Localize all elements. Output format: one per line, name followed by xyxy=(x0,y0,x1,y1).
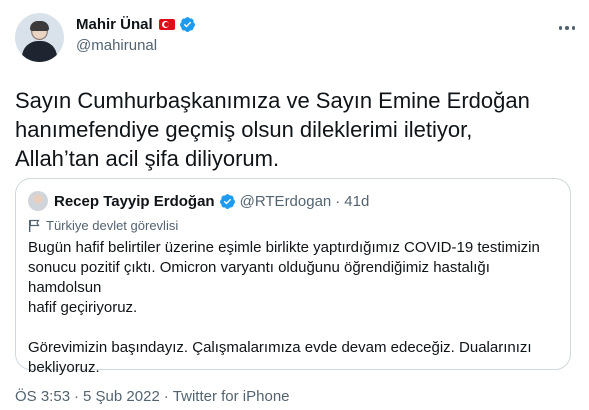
quoted-handle: @RTErdogan xyxy=(239,192,332,210)
quoted-display-name: Recep Tayyip Erdoğan xyxy=(54,192,215,210)
footer-separator: · xyxy=(163,388,169,405)
tweet-time[interactable]: ÖS 3:53 xyxy=(15,388,70,405)
more-options-icon[interactable] xyxy=(555,21,579,35)
government-label-text: Türkiye devlet görevlisi xyxy=(46,218,179,233)
more-dot xyxy=(571,26,576,30)
verified-badge-icon xyxy=(179,16,195,32)
verified-badge-icon xyxy=(219,193,235,209)
quoted-time: 41d xyxy=(344,192,370,210)
government-label: Türkiye devlet görevlisi xyxy=(28,218,178,233)
footer-separator: · xyxy=(74,388,80,405)
tweet-footer: ÖS 3:53 · 5 Şub 2022 · Twitter for iPhon… xyxy=(15,388,290,405)
tweet-source[interactable]: Twitter for iPhone xyxy=(173,388,290,405)
more-dot xyxy=(558,26,563,30)
author-display-name[interactable]: Mahir Ünal xyxy=(76,16,153,33)
turkish-flag-icon xyxy=(158,18,175,30)
government-flag-icon xyxy=(29,219,40,232)
quoted-separator: · xyxy=(335,192,341,210)
avatar-suit xyxy=(22,41,57,62)
more-dot xyxy=(565,26,569,30)
tweet-text: Sayın Cumhurbaşkanımıza ve Sayın Emine E… xyxy=(15,88,530,171)
quoted-tweet[interactable]: Recep Tayyip Erdoğan @RTErdogan · 41d Tü… xyxy=(15,178,571,376)
avatar-hair xyxy=(30,21,49,31)
author-avatar[interactable] xyxy=(15,13,64,62)
tweet-card: Mahir Ünal @mahirunal Sayın Cumhurbaşkan… xyxy=(0,0,589,410)
quoted-author-avatar[interactable] xyxy=(28,191,48,211)
quoted-text: Bugün hafif belirtiler üzerine eşimle bi… xyxy=(28,239,540,376)
quoted-header: Recep Tayyip Erdoğan @RTErdogan · 41d xyxy=(54,191,369,211)
author-name-row: Mahir Ünal xyxy=(76,14,196,34)
tweet-date[interactable]: 5 Şub 2022 xyxy=(83,388,160,405)
author-handle[interactable]: @mahirunal xyxy=(76,37,157,54)
